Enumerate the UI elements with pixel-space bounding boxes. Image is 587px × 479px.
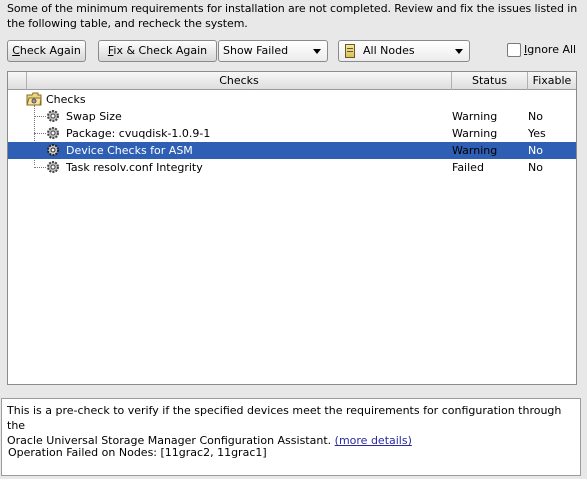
table-row[interactable]: Swap Size Warning No <box>8 108 576 125</box>
check-fixable: No <box>528 144 543 157</box>
column-header-checks[interactable]: Checks <box>26 72 451 90</box>
column-header-status[interactable]: Status <box>451 72 527 90</box>
check-name: Task resolv.conf Integrity <box>66 161 203 174</box>
failed-nodes-text: Operation Failed on Nodes: [11grac2, 11g… <box>8 446 267 459</box>
check-again-mnemonic: C <box>12 44 20 57</box>
more-details-link[interactable]: (more details) <box>335 434 412 447</box>
nodes-filter-dropdown[interactable]: All Nodes <box>338 40 470 62</box>
check-status: Warning <box>452 110 498 123</box>
table-body: Checks Swap Size Warning No Package: cvu… <box>8 91 576 385</box>
check-status: Warning <box>452 144 498 157</box>
show-filter-value: Show Failed <box>223 44 289 57</box>
folder-icon <box>26 92 42 106</box>
check-name: Swap Size <box>66 110 122 123</box>
table-row[interactable]: Task resolv.conf Integrity Failed No <box>8 159 576 176</box>
check-fixable: Yes <box>528 127 546 140</box>
intro-line-2: the following table, and recheck the sys… <box>7 17 248 30</box>
nodes-filter-value: All Nodes <box>363 44 415 57</box>
column-header-fixable[interactable]: Fixable <box>527 72 576 90</box>
check-status: Warning <box>452 127 498 140</box>
table-row-selected[interactable]: Device Checks for ASM Warning No <box>8 142 576 159</box>
details-line-1: This is a pre-check to verify if the spe… <box>7 404 562 432</box>
check-status: Failed <box>452 161 484 174</box>
ignore-all-checkbox[interactable] <box>507 43 521 57</box>
table-row[interactable]: Package: cvuqdisk-1.0.9-1 Warning Yes <box>8 125 576 142</box>
show-filter-dropdown[interactable]: Show Failed <box>218 40 328 62</box>
tree-root-label: Checks <box>46 93 86 106</box>
fix-and-check-again-button[interactable]: Fix & Check Again <box>98 40 217 62</box>
table-header: Checks Status Fixable <box>8 72 576 90</box>
gear-icon <box>47 144 59 156</box>
check-name: Package: cvuqdisk-1.0.9-1 <box>66 127 211 140</box>
checks-table: Checks Status Fixable Checks Swap Size W… <box>7 71 577 385</box>
check-fixable: No <box>528 110 543 123</box>
ignore-all-label: Ignore All <box>524 43 577 56</box>
chevron-down-icon <box>455 49 463 54</box>
intro-line-1: Some of the minimum requirements for ins… <box>7 2 578 15</box>
check-name: Device Checks for ASM <box>66 144 193 157</box>
gear-icon <box>47 110 59 122</box>
server-icon <box>345 44 355 58</box>
check-again-label: heck Again <box>19 44 81 57</box>
check-again-button[interactable]: Check Again <box>7 40 86 62</box>
chevron-down-icon <box>313 49 321 54</box>
check-fixable: No <box>528 161 543 174</box>
intro-text: Some of the minimum requirements for ins… <box>7 1 583 31</box>
prerequisite-checks-window: Some of the minimum requirements for ins… <box>0 0 587 479</box>
gear-icon <box>47 127 59 139</box>
fix-check-label: ix & Check Again <box>113 44 208 57</box>
header-spacer <box>8 72 26 90</box>
toolbar: Check Again Fix & Check Again Show Faile… <box>7 40 581 62</box>
tree-root-row[interactable]: Checks <box>8 91 576 108</box>
check-details-panel: This is a pre-check to verify if the spe… <box>1 398 581 476</box>
gear-icon <box>47 161 59 173</box>
